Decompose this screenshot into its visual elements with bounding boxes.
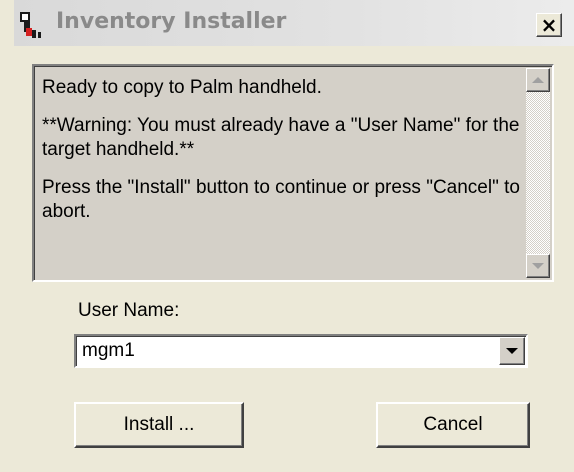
palm-installer-icon bbox=[20, 12, 41, 38]
chevron-down-icon bbox=[506, 348, 518, 354]
message-warning: **Warning: You must already have a "User… bbox=[42, 115, 520, 160]
user-name-dropdown[interactable]: mgm1 bbox=[74, 334, 528, 368]
user-name-value: mgm1 bbox=[82, 340, 135, 361]
message-instructions: Press the "Install" button to continue o… bbox=[42, 177, 520, 222]
dropdown-button[interactable] bbox=[499, 337, 525, 365]
scroll-up-button[interactable] bbox=[526, 68, 550, 92]
cancel-button[interactable]: Cancel bbox=[376, 402, 530, 448]
window-title: Inventory Installer bbox=[56, 9, 287, 34]
close-icon: × bbox=[540, 13, 558, 37]
arrow-down-icon bbox=[532, 263, 544, 269]
message-textbox[interactable]: Ready to copy to Palm handheld. **Warnin… bbox=[32, 64, 554, 282]
message-text: Ready to copy to Palm handheld. **Warnin… bbox=[42, 76, 522, 238]
installer-dialog: Inventory Installer × Ready to copy to P… bbox=[0, 0, 574, 472]
scroll-down-button[interactable] bbox=[526, 254, 550, 278]
arrow-up-icon bbox=[532, 77, 544, 83]
install-button[interactable]: Install ... bbox=[74, 402, 244, 448]
user-name-label: User Name: bbox=[78, 300, 180, 321]
close-button[interactable]: × bbox=[536, 13, 562, 37]
message-ready: Ready to copy to Palm handheld. bbox=[42, 77, 322, 98]
vertical-scrollbar[interactable] bbox=[526, 68, 550, 278]
